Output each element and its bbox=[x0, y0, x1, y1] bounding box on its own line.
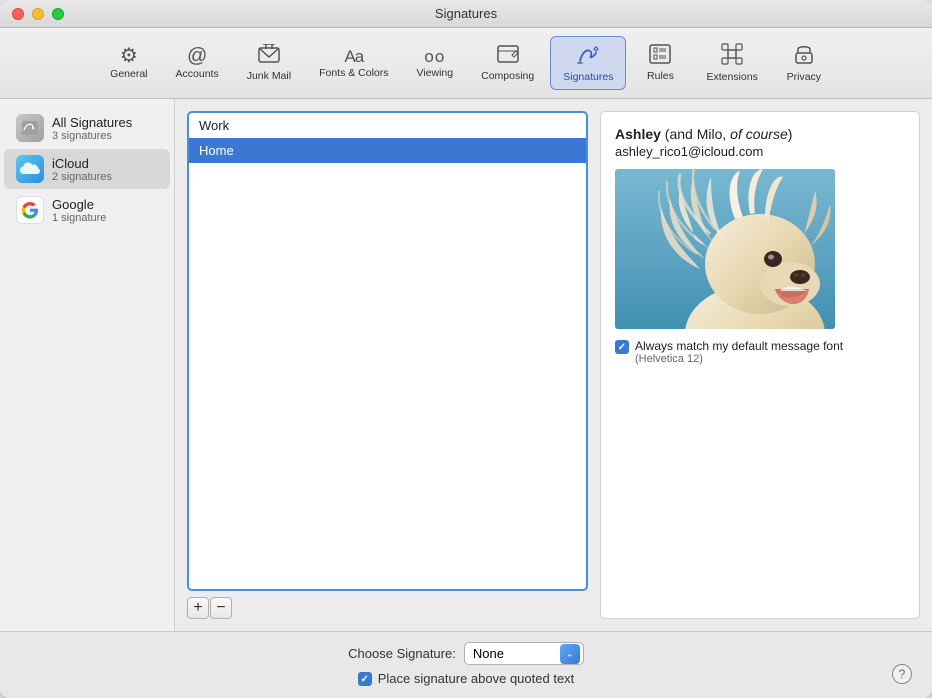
toolbar-item-signatures[interactable]: Signatures bbox=[550, 36, 626, 90]
sidebar: All Signatures 3 signatures iCloud 2 sig… bbox=[0, 99, 175, 631]
fonts-icon: Aa bbox=[344, 48, 363, 65]
choose-signature-row: Choose Signature: None Work Home bbox=[348, 642, 584, 665]
toolbar-label-composing: Composing bbox=[481, 70, 534, 82]
window-controls bbox=[12, 8, 64, 20]
icloud-count: 2 signatures bbox=[52, 171, 112, 183]
signatures-icon bbox=[576, 43, 600, 69]
composing-icon bbox=[497, 44, 519, 68]
signatures-list: Work Home bbox=[187, 111, 588, 591]
toolbar-item-composing[interactable]: Composing bbox=[469, 38, 546, 88]
list-actions: + − bbox=[187, 597, 232, 619]
font-match-row: Always match my default message font (He… bbox=[615, 339, 905, 365]
font-match-checkbox[interactable] bbox=[615, 340, 629, 354]
signature-work[interactable]: Work bbox=[189, 113, 586, 138]
toolbar-item-extensions[interactable]: Extensions bbox=[694, 37, 769, 89]
toolbar-item-fonts[interactable]: Aa Fonts & Colors bbox=[307, 42, 400, 85]
choose-signature-label: Choose Signature: bbox=[348, 646, 456, 661]
privacy-icon bbox=[794, 43, 814, 69]
choose-signature-select[interactable]: None Work Home bbox=[464, 642, 584, 665]
all-signatures-icon bbox=[16, 114, 44, 142]
toolbar-label-fonts: Fonts & Colors bbox=[319, 67, 388, 79]
icloud-name: iCloud bbox=[52, 156, 112, 171]
minimize-button[interactable] bbox=[32, 8, 44, 20]
place-sig-label: Place signature above quoted text bbox=[378, 671, 575, 686]
toolbar-item-privacy[interactable]: Privacy bbox=[774, 37, 834, 89]
toolbar-label-viewing: Viewing bbox=[417, 67, 454, 79]
toolbar-label-junk: Junk Mail bbox=[247, 70, 291, 82]
all-signatures-name: All Signatures bbox=[52, 115, 132, 130]
icloud-text: iCloud 2 signatures bbox=[52, 156, 112, 183]
maximize-button[interactable] bbox=[52, 8, 64, 20]
toolbar-label-rules: Rules bbox=[647, 70, 674, 82]
google-name: Google bbox=[52, 197, 106, 212]
google-count: 1 signature bbox=[52, 212, 106, 224]
extensions-icon bbox=[721, 43, 743, 69]
place-signature-row: Place signature above quoted text bbox=[358, 671, 575, 686]
toolbar-item-accounts[interactable]: @ Accounts bbox=[164, 40, 231, 86]
font-match-text: Always match my default message font (He… bbox=[635, 339, 843, 365]
signature-preview-name: Ashley (and Milo, of course) bbox=[615, 126, 905, 142]
toolbar-item-junk-mail[interactable]: Junk Mail bbox=[235, 38, 303, 88]
preview-name-close: ) bbox=[788, 126, 793, 142]
font-match-label: Always match my default message font bbox=[635, 339, 843, 353]
help-button[interactable]: ? bbox=[892, 664, 912, 684]
center-panel: Work Home + − bbox=[175, 99, 600, 631]
toolbar-label-accounts: Accounts bbox=[176, 68, 219, 80]
icloud-icon bbox=[16, 155, 44, 183]
main-content: All Signatures 3 signatures iCloud 2 sig… bbox=[0, 99, 932, 631]
sidebar-item-icloud[interactable]: iCloud 2 signatures bbox=[4, 149, 170, 189]
preview-name-rest: (and Milo, bbox=[661, 126, 730, 142]
gear-icon: ⚙ bbox=[120, 46, 138, 66]
toolbar-label-signatures: Signatures bbox=[563, 71, 613, 83]
toolbar-label-privacy: Privacy bbox=[787, 71, 821, 83]
at-icon: @ bbox=[187, 46, 207, 66]
preview-name-bold: Ashley bbox=[615, 126, 661, 142]
signature-home[interactable]: Home bbox=[189, 138, 586, 163]
sidebar-item-google[interactable]: Google 1 signature bbox=[4, 190, 170, 230]
google-text: Google 1 signature bbox=[52, 197, 106, 224]
toolbar-item-viewing[interactable]: oo Viewing bbox=[405, 42, 466, 85]
toolbar-label-general: General bbox=[110, 68, 147, 80]
preview-name-italic: of course bbox=[730, 126, 788, 142]
preview-panel: Ashley (and Milo, of course) ashley_rico… bbox=[600, 111, 920, 619]
toolbar-item-rules[interactable]: Rules bbox=[630, 38, 690, 88]
toolbar: ⚙ General @ Accounts Junk Mail Aa bbox=[0, 28, 932, 99]
viewing-icon: oo bbox=[424, 48, 445, 65]
rules-icon bbox=[649, 44, 671, 68]
choose-signature-select-wrapper: None Work Home bbox=[464, 642, 584, 665]
window: Signatures ⚙ General @ Accounts J bbox=[0, 0, 932, 698]
toolbar-item-general[interactable]: ⚙ General bbox=[98, 40, 159, 86]
remove-signature-button[interactable]: − bbox=[210, 597, 232, 619]
titlebar: Signatures bbox=[0, 0, 932, 28]
sidebar-item-all-signatures[interactable]: All Signatures 3 signatures bbox=[4, 108, 170, 148]
window-title: Signatures bbox=[435, 6, 497, 21]
add-signature-button[interactable]: + bbox=[187, 597, 209, 619]
font-match-sub: (Helvetica 12) bbox=[635, 353, 843, 365]
all-signatures-text: All Signatures 3 signatures bbox=[52, 115, 132, 142]
google-icon bbox=[16, 196, 44, 224]
close-button[interactable] bbox=[12, 8, 24, 20]
bottom-bar: Choose Signature: None Work Home Place s… bbox=[0, 631, 932, 698]
all-signatures-count: 3 signatures bbox=[52, 130, 132, 142]
place-sig-checkbox[interactable] bbox=[358, 672, 372, 686]
signature-preview-image bbox=[615, 169, 835, 329]
toolbar-label-extensions: Extensions bbox=[706, 71, 757, 83]
junk-icon bbox=[258, 44, 280, 68]
signature-preview-email: ashley_rico1@icloud.com bbox=[615, 144, 905, 159]
